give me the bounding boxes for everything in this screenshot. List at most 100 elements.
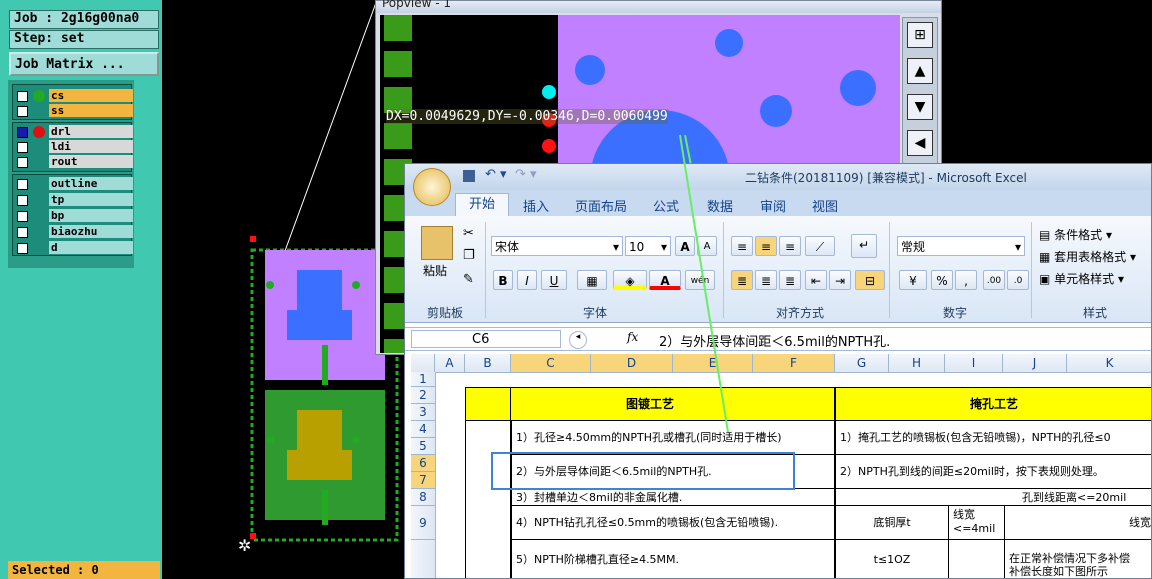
currency-icon[interactable]: ¥ — [899, 270, 927, 290]
phonetic-button[interactable]: wén — [685, 270, 715, 290]
font-name-select[interactable]: 宋体 ▾ — [491, 236, 623, 256]
cell-copper-thickness[interactable]: 底铜厚t — [835, 506, 949, 540]
fill-color-icon[interactable]: ◈ — [613, 270, 647, 290]
row-header[interactable]: 2 — [411, 387, 435, 404]
layer-row-bp[interactable]: bp — [15, 209, 133, 223]
formula-input[interactable]: 2）与外层导体间距＜6.5mil的NPTH孔. — [659, 331, 890, 350]
cell-empty[interactable] — [949, 540, 1005, 578]
paste-label[interactable]: 粘贴 — [423, 262, 447, 279]
insert-function-icon[interactable]: fx — [627, 330, 638, 344]
percent-button[interactable]: % — [931, 270, 953, 290]
cut-icon[interactable]: ✂ — [463, 226, 474, 241]
font-size-select[interactable]: 10 ▾ — [625, 236, 671, 256]
undo-icon[interactable]: ↶ ▾ — [485, 167, 507, 182]
cell-masking-2[interactable]: 2）NPTH孔到线的间距≤20mil时，按下表规则处理。 — [835, 455, 1151, 489]
table-format-button[interactable]: ▦ 套用表格格式 ▾ — [1039, 248, 1136, 265]
bold-button[interactable]: B — [493, 270, 513, 290]
layer-row-ss[interactable]: ss — [15, 104, 133, 118]
layer-checkbox[interactable] — [17, 227, 28, 238]
orientation-icon[interactable]: ⟋ — [805, 236, 835, 256]
worksheet-grid[interactable]: A B C D E F G H I J K 1 2 3 4 5 6 7 8 9 … — [411, 354, 1151, 578]
increase-indent-icon[interactable]: ⇥ — [829, 270, 851, 290]
cell-masking-1[interactable]: 1）掩孔工艺的喷锡板(包含无铅喷锡)，NPTH的孔径≤0 — [835, 421, 1151, 455]
cell-plating-1[interactable]: 1）孔径≥4.50mm的NPTH孔或槽孔(同时适用于槽长) — [511, 421, 835, 455]
zoom-bottom-icon[interactable]: ▼ — [907, 94, 933, 120]
column-header[interactable]: G — [835, 354, 889, 372]
layer-checkbox[interactable] — [17, 179, 28, 190]
layer-checkbox[interactable] — [17, 127, 28, 138]
decrease-decimal-button[interactable]: .0 — [1007, 270, 1029, 290]
align-center-icon[interactable]: ≣ — [755, 270, 777, 290]
row-header[interactable]: 8 — [411, 489, 435, 506]
copy-icon[interactable]: ❐ — [463, 248, 475, 263]
align-right-icon[interactable]: ≣ — [779, 270, 801, 290]
layer-row-outline[interactable]: outline — [15, 177, 133, 191]
column-header[interactable]: B — [465, 354, 511, 372]
excel-titlebar[interactable]: ↶ ▾ ↷ ▾ 二钻条件(20181109) [兼容模式] - Microsof… — [405, 164, 1151, 206]
row-header[interactable]: 5 — [411, 438, 435, 455]
cell-line-width-2[interactable]: 线宽 — [1005, 506, 1151, 540]
layer-row-cs[interactable]: cs — [15, 89, 133, 103]
row-header[interactable]: 9 — [411, 506, 435, 540]
borders-icon[interactable]: ▦ — [577, 270, 607, 290]
cell-thickness-value[interactable]: t≤1OZ — [835, 540, 949, 578]
format-painter-icon[interactable]: ✎ — [463, 272, 474, 287]
merge-center-icon[interactable]: ⊟ — [855, 270, 885, 290]
tab-formulas[interactable]: 公式 — [653, 196, 679, 215]
cell-line-width[interactable]: 线宽 <=4mil — [949, 506, 1005, 540]
office-button-icon[interactable] — [413, 168, 451, 206]
layer-checkbox[interactable] — [17, 91, 28, 102]
layer-row-tp[interactable]: tp — [15, 193, 133, 207]
column-header[interactable]: F — [753, 354, 835, 372]
select-all-corner[interactable] — [411, 354, 435, 372]
align-top-icon[interactable]: ≡ — [731, 236, 753, 256]
layer-row-d[interactable]: d — [15, 241, 133, 255]
row-header[interactable]: 1 — [411, 372, 435, 387]
zoom-in-icon[interactable]: ⊞ — [907, 22, 933, 48]
zoom-top-icon[interactable]: ▲ — [907, 58, 933, 84]
shrink-font-button[interactable]: A — [697, 236, 717, 256]
align-bottom-icon[interactable]: ≡ — [779, 236, 801, 256]
column-header[interactable]: D — [591, 354, 673, 372]
column-header[interactable]: C — [511, 354, 591, 372]
wrap-text-icon[interactable]: ↵ — [851, 234, 877, 258]
layer-checkbox[interactable] — [17, 157, 28, 168]
paste-icon[interactable] — [421, 226, 453, 260]
layer-row-biaozhu[interactable]: biaozhu — [15, 225, 133, 239]
underline-button[interactable]: U — [541, 270, 567, 290]
decrease-indent-icon[interactable]: ⇤ — [805, 270, 827, 290]
cell-plating-4[interactable]: 4）NPTH钻孔孔径≤0.5mm的喷锡板(包含无铅喷锡). — [511, 506, 835, 540]
tab-home[interactable]: 开始 — [455, 193, 509, 217]
italic-button[interactable]: I — [517, 270, 537, 290]
comma-button[interactable]: , — [955, 270, 977, 290]
layer-row-drl[interactable]: drl — [15, 125, 133, 139]
popview-titlebar[interactable]: Popview - 1 — [376, 0, 941, 13]
tab-data[interactable]: 数据 — [707, 196, 733, 215]
layer-row-ldi[interactable]: ldi — [15, 140, 133, 154]
save-icon[interactable] — [463, 170, 475, 182]
column-header[interactable]: K — [1067, 354, 1151, 372]
layer-checkbox[interactable] — [17, 211, 28, 222]
layer-row-rout[interactable]: rout — [15, 155, 133, 169]
name-box[interactable]: C6 — [411, 330, 561, 348]
row-header[interactable]: 4 — [411, 421, 435, 438]
column-header[interactable]: H — [889, 354, 945, 372]
tab-view[interactable]: 视图 — [812, 196, 838, 215]
cell-style-button[interactable]: ▣ 单元格样式 ▾ — [1039, 270, 1124, 287]
grow-font-button[interactable]: A — [675, 236, 695, 256]
tab-insert[interactable]: 插入 — [523, 196, 549, 215]
column-header[interactable]: J — [1003, 354, 1067, 372]
name-box-dropdown-icon[interactable]: ◂ — [569, 331, 587, 349]
align-left-icon[interactable]: ≣ — [731, 270, 753, 290]
tab-page-layout[interactable]: 页面布局 — [575, 196, 627, 215]
layer-checkbox[interactable] — [17, 243, 28, 254]
zoom-left-icon[interactable]: ◀ — [907, 130, 933, 156]
layer-checkbox[interactable] — [17, 142, 28, 153]
row-header[interactable]: 3 — [411, 404, 435, 421]
header-plating[interactable]: 图镀工艺 — [465, 387, 835, 421]
tab-review[interactable]: 审阅 — [760, 196, 786, 215]
redo-icon[interactable]: ↷ ▾ — [515, 167, 537, 182]
cell-masking-3[interactable]: 孔到线距离<=20mil — [835, 489, 1151, 506]
header-masking[interactable]: 掩孔工艺 — [835, 387, 1151, 421]
row-header[interactable]: 7 — [411, 472, 435, 489]
